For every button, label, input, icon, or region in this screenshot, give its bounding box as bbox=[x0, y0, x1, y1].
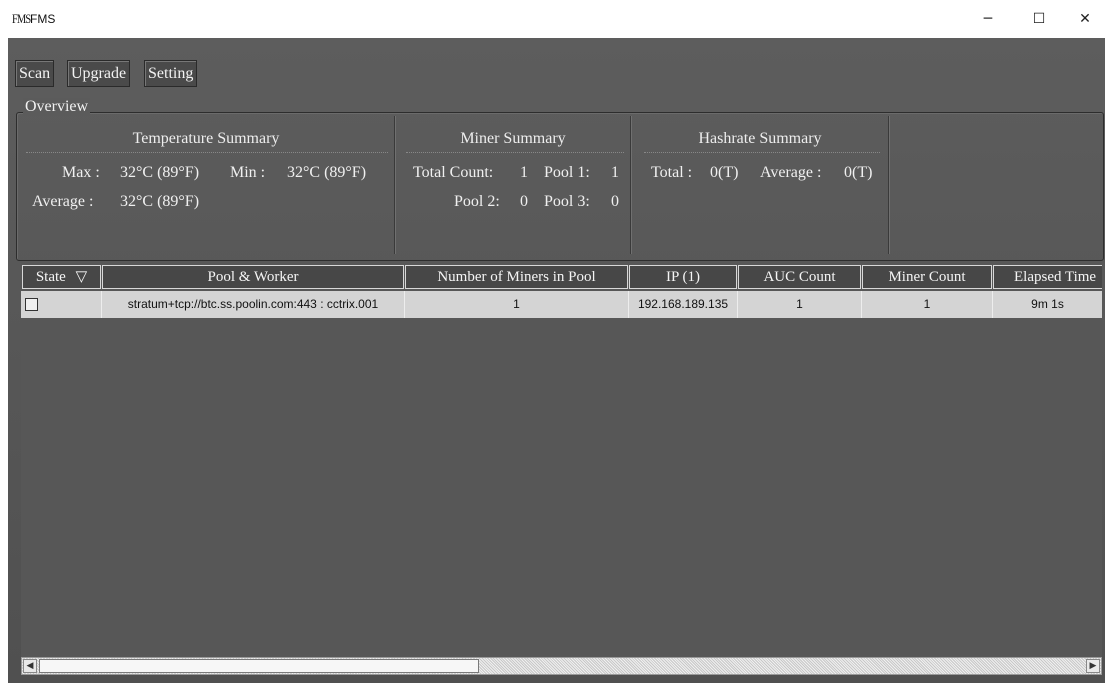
temperature-summary-title: Temperature Summary bbox=[132, 130, 280, 147]
overview-label: Overview bbox=[23, 98, 91, 116]
num-miners-cell: 1 bbox=[405, 291, 629, 318]
temp-min-value: 32°C (89°F) bbox=[287, 164, 367, 181]
hashrate-summary-title: Hashrate Summary bbox=[698, 130, 822, 147]
minimize-button[interactable]: ─ bbox=[966, 0, 1010, 38]
pool-worker-cell: stratum+tcp://btc.ss.poolin.com:443 : cc… bbox=[102, 291, 405, 318]
miner-pool1-value: 1 bbox=[611, 164, 619, 181]
close-icon: ✕ bbox=[1079, 11, 1091, 27]
section-divider bbox=[888, 116, 889, 254]
column-header-ip[interactable]: IP (1) bbox=[629, 265, 737, 289]
column-header-auc-count[interactable]: AUC Count bbox=[738, 265, 861, 289]
section-divider bbox=[630, 116, 631, 254]
elapsed-time-cell: 9m 1s bbox=[1031, 297, 1064, 311]
miner-divider bbox=[406, 152, 624, 153]
ip-cell: 192.168.189.135 bbox=[629, 291, 738, 318]
temp-min-label: Min : bbox=[230, 164, 266, 181]
miner-total-label: Total Count: bbox=[413, 164, 494, 181]
filter-icon[interactable]: ▽ bbox=[76, 269, 88, 285]
column-header-miner-count[interactable]: Miner Count bbox=[862, 265, 992, 289]
column-header-state[interactable]: State ▽ bbox=[22, 265, 101, 289]
state-cell bbox=[21, 291, 102, 318]
hashrate-total-value: 0(T) bbox=[710, 164, 739, 181]
section-divider bbox=[394, 116, 395, 254]
miner-summary-title: Miner Summary bbox=[460, 130, 566, 147]
auc-count-cell: 1 bbox=[738, 291, 862, 318]
hashrate-avg-label: Average : bbox=[760, 164, 822, 181]
hashrate-divider bbox=[644, 152, 880, 153]
hashrate-total-label: Total : bbox=[651, 164, 693, 181]
title-bar: FMS FMS ─ ☐ ✕ bbox=[0, 0, 1105, 38]
minimize-icon: ─ bbox=[983, 11, 993, 27]
hashrate-avg-value: 0(T) bbox=[844, 164, 873, 181]
miner-pool3-value: 0 bbox=[611, 193, 619, 210]
scroll-right-icon[interactable]: ▶ bbox=[1086, 659, 1100, 673]
temp-avg-label: Average : bbox=[32, 193, 94, 210]
window-title: FMS bbox=[30, 12, 56, 26]
scan-button[interactable]: Scan bbox=[15, 60, 55, 87]
main-window: Scan Upgrade Setting Overview Temperatur… bbox=[8, 38, 1105, 683]
horizontal-scrollbar[interactable]: ◀ ▶ bbox=[21, 657, 1102, 675]
column-header-label: State bbox=[35, 269, 66, 285]
miner-count-cell: 1 bbox=[862, 291, 993, 318]
miner-pool3-label: Pool 3: bbox=[544, 193, 590, 210]
column-header-elapsed-time[interactable]: Elapsed Time bbox=[993, 265, 1102, 289]
miner-pool1-label: Pool 1: bbox=[544, 164, 590, 181]
maximize-icon: ☐ bbox=[1032, 11, 1046, 27]
miners-table: State ▽ Pool & Worker Number of Miners i… bbox=[21, 263, 1102, 675]
temp-avg-value: 32°C (89°F) bbox=[120, 193, 200, 210]
miner-pool2-label: Pool 2: bbox=[454, 193, 500, 210]
temp-max-label: Max : bbox=[62, 164, 100, 181]
upgrade-button[interactable]: Upgrade bbox=[67, 60, 131, 87]
miner-total-value: 1 bbox=[520, 164, 528, 181]
scrollbar-thumb[interactable] bbox=[39, 659, 479, 673]
maximize-button[interactable]: ☐ bbox=[1017, 0, 1061, 38]
close-button[interactable]: ✕ bbox=[1063, 0, 1105, 38]
table-row[interactable]: stratum+tcp://btc.ss.poolin.com:443 : cc… bbox=[21, 291, 1102, 318]
table-header: State ▽ Pool & Worker Number of Miners i… bbox=[21, 263, 1102, 291]
setting-button[interactable]: Setting bbox=[144, 60, 198, 87]
row-checkbox[interactable] bbox=[25, 298, 38, 311]
miner-pool2-value: 0 bbox=[520, 193, 528, 210]
app-logo: FMS bbox=[12, 11, 31, 26]
column-header-pool-worker[interactable]: Pool & Worker bbox=[102, 265, 404, 289]
temperature-divider bbox=[26, 152, 388, 153]
temp-max-value: 32°C (89°F) bbox=[120, 164, 200, 181]
scroll-left-icon[interactable]: ◀ bbox=[23, 659, 37, 673]
column-header-num-miners[interactable]: Number of Miners in Pool bbox=[405, 265, 628, 289]
